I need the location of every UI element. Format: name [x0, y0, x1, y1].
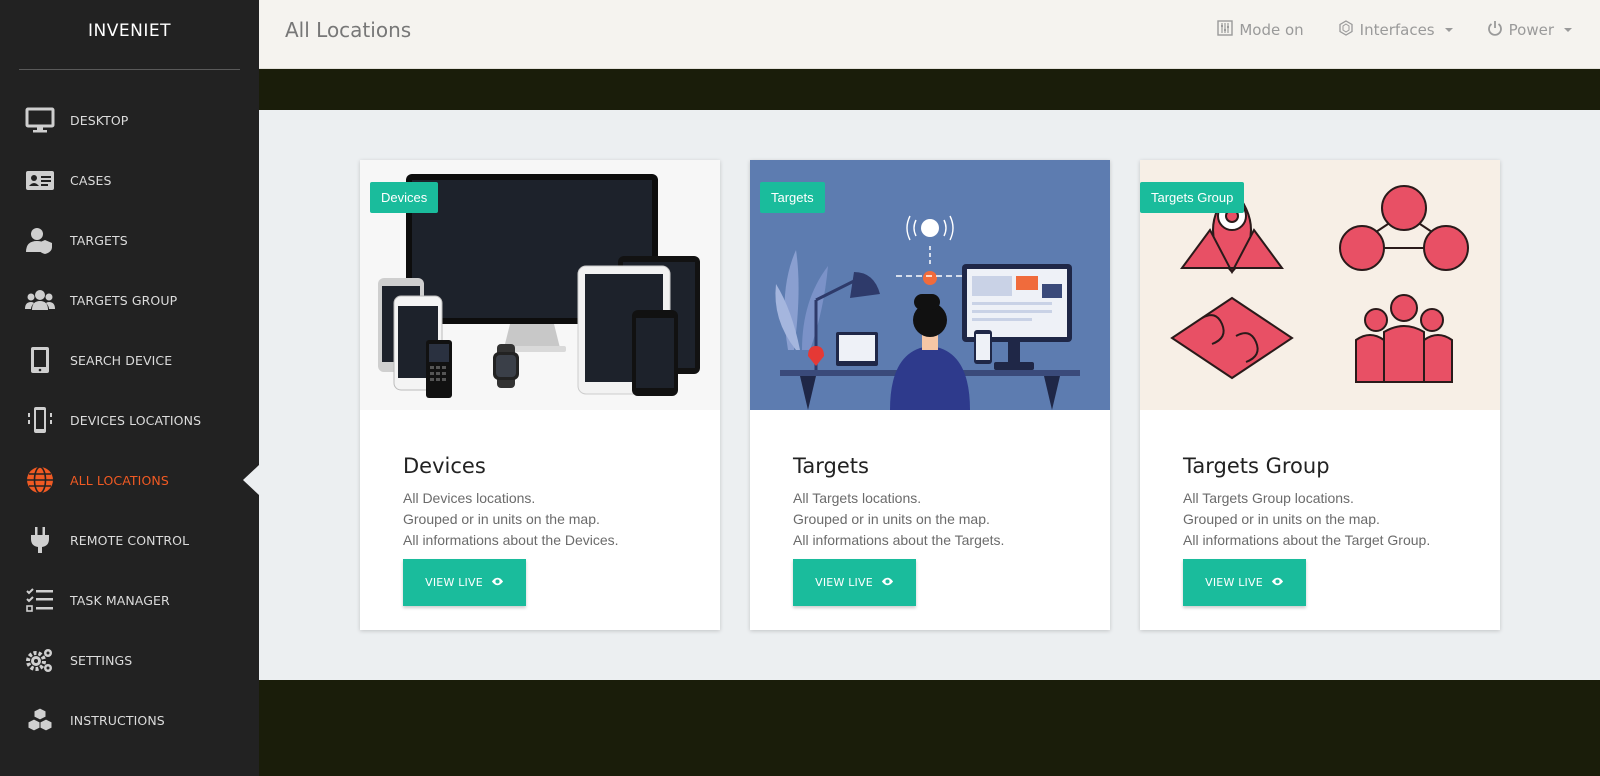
- card-description-line: All informations about the Devices.: [403, 532, 619, 548]
- sidebar-item-label: DEVICES LOCATIONS: [70, 412, 202, 428]
- tasks-icon: [24, 584, 56, 616]
- sidebar-item-targets-group[interactable]: TARGETS GROUP: [0, 270, 259, 330]
- targets-image: Targets: [750, 160, 1110, 410]
- sidebar-nav: DESKTOP CASES TARGETS TARGETS GROUP SEAR: [0, 90, 259, 750]
- view-live-button[interactable]: VIEW LIVE: [1183, 559, 1306, 606]
- eye-icon: [491, 575, 504, 591]
- mode-label: Mode on: [1239, 21, 1304, 39]
- id-card-icon: [24, 164, 56, 196]
- card-description-line: All informations about the Targets.: [793, 532, 1005, 548]
- card-description-line: Grouped or in units on the map.: [1183, 511, 1380, 527]
- plug-icon: [24, 524, 56, 556]
- sidebar-item-task-manager[interactable]: TASK MANAGER: [0, 570, 259, 630]
- sidebar-divider: [19, 69, 240, 70]
- sidebar-item-devices-locations[interactable]: DEVICES LOCATIONS: [0, 390, 259, 450]
- card-title: Targets: [793, 454, 869, 478]
- card-title: Devices: [403, 454, 486, 478]
- card-body: Targets All Targets locations. Grouped o…: [750, 410, 1110, 606]
- brand-logo: INVENIET: [88, 21, 171, 41]
- header-actions: Mode on Interfaces Power: [1217, 20, 1572, 40]
- sidebar-item-desktop[interactable]: DESKTOP: [0, 90, 259, 150]
- users-icon: [24, 284, 56, 316]
- sidebar-item-targets[interactable]: TARGETS: [0, 210, 259, 270]
- sidebar-item-label: ALL LOCATIONS: [70, 472, 169, 488]
- interfaces-label: Interfaces: [1359, 21, 1435, 39]
- tablet-icon: [24, 344, 56, 376]
- active-indicator: [243, 465, 259, 495]
- card-description-line: Grouped or in units on the map.: [403, 511, 600, 527]
- sidebar-item-remote-control[interactable]: REMOTE CONTROL: [0, 510, 259, 570]
- vibrating-phone-icon: [24, 404, 56, 436]
- card-description-line: All Targets locations.: [793, 490, 922, 506]
- view-live-label: VIEW LIVE: [425, 576, 483, 589]
- category-badge: Targets Group: [1140, 182, 1245, 213]
- sidebar-item-label: SEARCH DEVICE: [70, 352, 173, 368]
- user-shield-icon: [24, 224, 56, 256]
- card-description-line: All informations about the Target Group.: [1183, 532, 1431, 548]
- sidebar-item-settings[interactable]: SETTINGS: [0, 630, 259, 690]
- monitor-icon: [24, 104, 56, 136]
- sidebar-item-search-device[interactable]: SEARCH DEVICE: [0, 330, 259, 390]
- top-band: [259, 70, 1600, 110]
- sidebar-item-label: TARGETS: [70, 232, 128, 248]
- targets-group-image: Targets Group: [1140, 160, 1500, 410]
- sidebar-item-label: TASK MANAGER: [70, 592, 170, 608]
- targets-group-card: Targets Group Targets Group All Targets …: [1140, 160, 1500, 630]
- targets-card: Targets Targets All Targets locations. G…: [750, 160, 1110, 630]
- category-badge: Devices: [370, 182, 439, 213]
- bottom-band: [259, 680, 1600, 776]
- chevron-down-icon: [1444, 28, 1453, 32]
- sidebar-item-label: SETTINGS: [70, 652, 133, 668]
- mode-toggle[interactable]: Mode on: [1217, 20, 1304, 40]
- eye-icon: [881, 575, 894, 591]
- sidebar: INVENIET DESKTOP CASES TARGETS TARGETS G…: [0, 0, 259, 776]
- card-description-line: Grouped or in units on the map.: [793, 511, 990, 527]
- sidebar-item-label: REMOTE CONTROL: [70, 532, 190, 548]
- devices-card: Devices Devices All Devices locations. G…: [360, 160, 720, 630]
- sliders-icon: [1217, 20, 1234, 40]
- cubes-icon: [24, 704, 56, 736]
- top-header: All Locations Mode on Interfaces Power: [259, 0, 1600, 69]
- sidebar-item-label: TARGETS GROUP: [70, 292, 178, 308]
- sidebar-item-label: CASES: [70, 172, 112, 188]
- card-title: Targets Group: [1183, 454, 1330, 478]
- card-description-line: All Targets Group locations.: [1183, 490, 1354, 506]
- view-live-label: VIEW LIVE: [1205, 576, 1263, 589]
- category-badge: Targets: [760, 182, 825, 213]
- power-label: Power: [1508, 21, 1554, 39]
- view-live-label: VIEW LIVE: [815, 576, 873, 589]
- card-body: Targets Group All Targets Group location…: [1140, 410, 1500, 606]
- view-live-button[interactable]: VIEW LIVE: [403, 559, 526, 606]
- sidebar-item-cases[interactable]: CASES: [0, 150, 259, 210]
- devices-image: Devices: [360, 160, 720, 410]
- gears-icon: [24, 644, 56, 676]
- chevron-down-icon: [1564, 28, 1572, 32]
- card-body: Devices All Devices locations. Grouped o…: [360, 410, 720, 606]
- interfaces-dropdown[interactable]: Interfaces: [1338, 20, 1453, 40]
- page-title: All Locations: [285, 18, 412, 42]
- sidebar-item-label: DESKTOP: [70, 112, 129, 128]
- sidebar-item-all-locations[interactable]: ALL LOCATIONS: [0, 450, 259, 510]
- globe-icon: [24, 464, 56, 496]
- power-icon: [1487, 20, 1503, 40]
- sidebar-item-label: INSTRUCTIONS: [70, 712, 165, 728]
- sidebar-item-instructions[interactable]: INSTRUCTIONS: [0, 690, 259, 750]
- power-dropdown[interactable]: Power: [1487, 20, 1572, 40]
- interfaces-icon: [1338, 20, 1354, 40]
- view-live-button[interactable]: VIEW LIVE: [793, 559, 916, 606]
- eye-icon: [1271, 575, 1284, 591]
- card-description-line: All Devices locations.: [403, 490, 536, 506]
